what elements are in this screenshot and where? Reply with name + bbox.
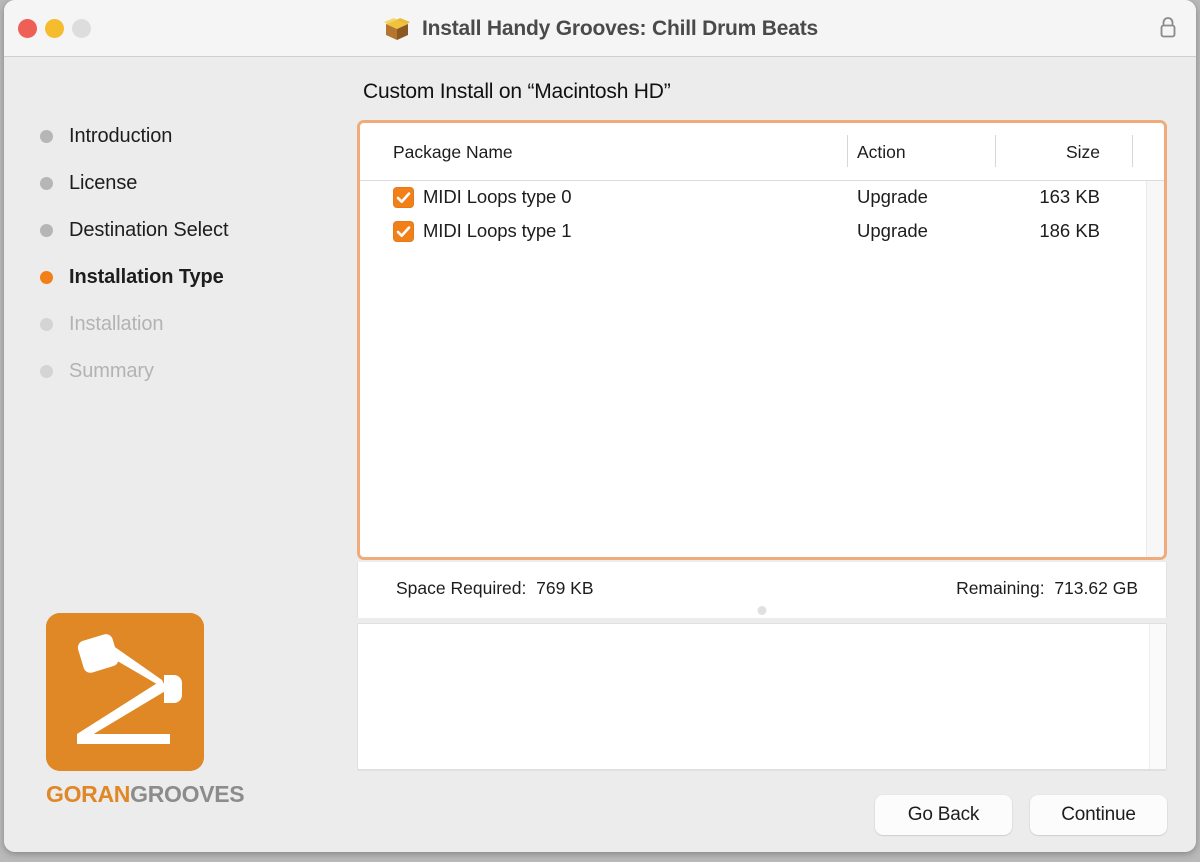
package-size-cell: 186 KB — [1039, 220, 1100, 241]
description-scrollbar[interactable] — [1149, 624, 1166, 769]
gorangrooves-mark-icon — [46, 613, 204, 771]
column-header-action[interactable]: Action — [857, 142, 906, 163]
sidebar-item-license: License — [40, 160, 340, 207]
continue-button[interactable]: Continue — [1030, 795, 1167, 835]
step-label: Destination Select — [69, 219, 229, 241]
logo-word-primary: GORAN — [46, 781, 131, 807]
installer-window: Install Handy Grooves: Chill Drum Beats … — [4, 0, 1196, 852]
step-label: Installation — [69, 313, 164, 335]
page-title: Custom Install on “Macintosh HD” — [363, 80, 671, 103]
column-divider[interactable] — [1132, 135, 1133, 167]
table-body: MIDI Loops type 0 Upgrade 163 KB MIDI Lo… — [360, 181, 1164, 557]
space-summary-bar: Space Required: 769 KB Remaining: 713.62… — [357, 562, 1167, 618]
space-required-label: Space Required: — [396, 578, 527, 598]
step-dot-icon — [40, 224, 53, 237]
install-steps: Introduction License Destination Select … — [40, 113, 340, 395]
main-panel: Custom Install on “Macintosh HD” Package… — [354, 57, 1196, 852]
column-header-size[interactable]: Size — [970, 142, 1100, 163]
lock-icon — [1158, 15, 1178, 40]
resize-grabber-handle[interactable] — [757, 606, 767, 615]
sidebar-item-destination-select: Destination Select — [40, 207, 340, 254]
column-divider[interactable] — [847, 135, 848, 167]
space-remaining-value: 713.62 GB — [1054, 578, 1138, 598]
step-label: Summary — [69, 360, 154, 382]
step-label: Installation Type — [69, 266, 224, 288]
column-header-package-name[interactable]: Package Name — [393, 142, 513, 163]
package-action-cell: Upgrade — [857, 220, 928, 241]
sidebar-item-summary: Summary — [40, 348, 340, 395]
package-size-cell: 163 KB — [1039, 186, 1100, 207]
step-dot-icon — [40, 365, 53, 378]
package-name-cell: MIDI Loops type 1 — [423, 220, 572, 241]
step-dot-icon — [40, 130, 53, 143]
step-label: Introduction — [69, 125, 173, 147]
package-table[interactable]: Package Name Action Size MIDI Loops type… — [357, 120, 1167, 560]
table-header: Package Name Action Size — [360, 123, 1164, 181]
step-dot-icon — [40, 177, 53, 190]
package-action-cell: Upgrade — [857, 186, 928, 207]
logo-word-secondary: GROOVES — [130, 781, 245, 807]
step-dot-icon-active — [40, 271, 53, 284]
logo-wordmark: GORANGROOVES — [46, 781, 245, 808]
space-required: Space Required: 769 KB — [396, 578, 594, 599]
space-remaining: Remaining: 713.62 GB — [956, 578, 1138, 599]
package-checkbox[interactable] — [393, 221, 414, 242]
space-remaining-label: Remaining: — [956, 578, 1045, 598]
window-title: Install Handy Grooves: Chill Drum Beats — [422, 16, 818, 40]
package-checkbox[interactable] — [393, 187, 414, 208]
table-row[interactable]: MIDI Loops type 1 Upgrade 186 KB — [360, 215, 1164, 249]
package-description-pane — [357, 623, 1167, 770]
table-row[interactable]: MIDI Loops type 0 Upgrade 163 KB — [360, 181, 1164, 215]
window-title-group: Install Handy Grooves: Chill Drum Beats — [4, 0, 1196, 57]
window-content: Introduction License Destination Select … — [4, 57, 1196, 852]
sidebar-item-introduction: Introduction — [40, 113, 340, 160]
title-bar: Install Handy Grooves: Chill Drum Beats — [4, 0, 1196, 57]
sidebar-item-installation-type: Installation Type — [40, 254, 340, 301]
footer-buttons: Go Back Continue — [875, 795, 1167, 835]
brand-logo: GORANGROOVES — [46, 613, 245, 808]
go-back-button[interactable]: Go Back — [875, 795, 1012, 835]
sidebar-item-installation: Installation — [40, 301, 340, 348]
package-name-cell: MIDI Loops type 0 — [423, 186, 572, 207]
step-label: License — [69, 172, 138, 194]
space-required-value: 769 KB — [536, 578, 594, 598]
sidebar: Introduction License Destination Select … — [4, 57, 354, 852]
step-dot-icon — [40, 318, 53, 331]
package-icon — [382, 15, 412, 43]
